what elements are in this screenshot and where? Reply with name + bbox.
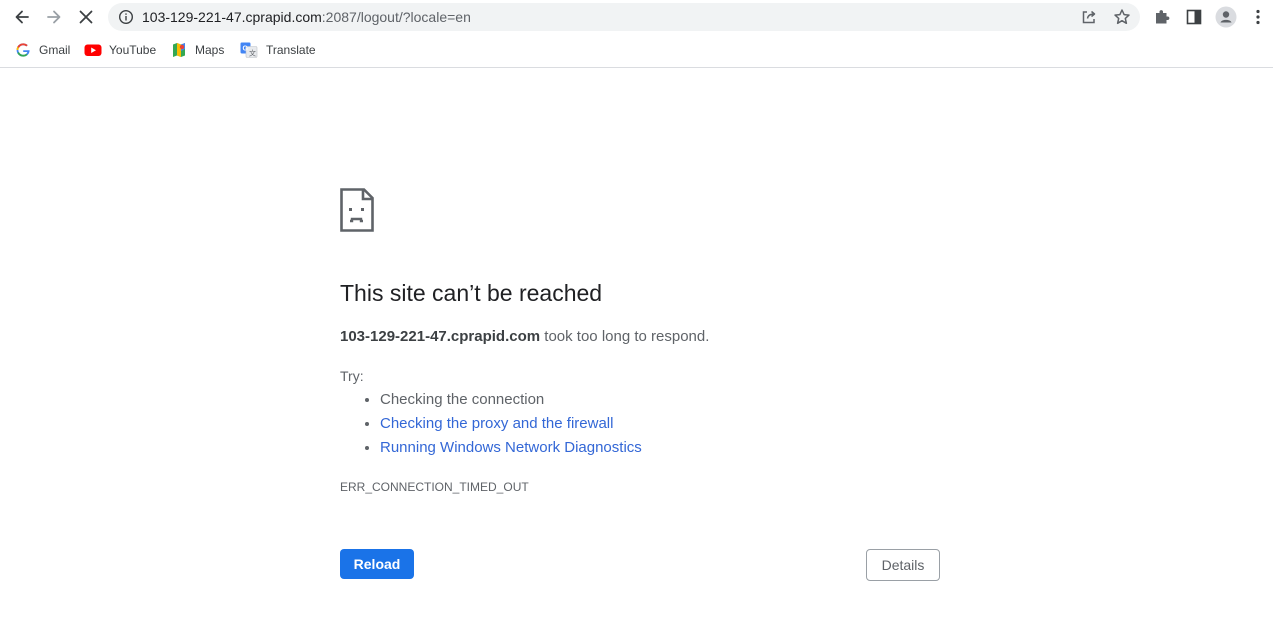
youtube-icon <box>84 44 102 56</box>
translate-icon: G 文 <box>240 42 258 58</box>
back-button[interactable] <box>9 4 35 30</box>
list-item: Running Windows Network Diagnostics <box>380 438 642 462</box>
list-item: Checking the proxy and the firewall <box>380 414 642 438</box>
url-host: 103-129-221-47.cprapid.com <box>142 9 322 25</box>
try-label: Try: <box>340 368 364 384</box>
bookmark-label: Translate <box>266 43 316 57</box>
svg-text:文: 文 <box>249 49 256 58</box>
bookmark-label: Gmail <box>39 43 71 57</box>
google-icon <box>16 43 30 57</box>
forward-button[interactable] <box>41 4 67 30</box>
suggestion-network-diagnostics-link[interactable]: Running Windows Network Diagnostics <box>380 439 642 456</box>
bookmark-maps[interactable]: Maps <box>171 41 224 59</box>
url-text[interactable]: 103-129-221-47.cprapid.com:2087/logout/?… <box>142 9 471 25</box>
maps-icon <box>173 43 185 57</box>
sad-page-icon <box>340 188 374 232</box>
error-title: This site can’t be reached <box>340 280 603 306</box>
svg-text:G: G <box>243 46 249 53</box>
address-bar[interactable]: 103-129-221-47.cprapid.com:2087/logout/?… <box>108 3 1140 31</box>
extensions-puzzle-icon[interactable] <box>1152 7 1172 27</box>
suggestions-list: Checking the connection Checking the pro… <box>340 390 642 462</box>
back-arrow-icon <box>15 10 29 24</box>
error-summary-text: took too long to respond. <box>540 328 710 345</box>
suggestion-check-connection: Checking the connection <box>380 391 545 408</box>
error-host: 103-129-221-47.cprapid.com <box>340 328 541 345</box>
bookmark-gmail[interactable]: Gmail <box>15 41 70 59</box>
error-summary: 103-129-221-47.cprapid.com took too long… <box>340 328 709 345</box>
bookmarks-bar: Gmail YouTube Maps G 文 Translate <box>0 34 1273 68</box>
bookmark-star-icon[interactable] <box>1113 8 1131 26</box>
bookmark-label: Maps <box>195 43 225 57</box>
reload-button[interactable]: Reload <box>340 549 414 579</box>
url-path: :2087/logout/?locale=en <box>321 9 471 25</box>
browser-toolbar: 103-129-221-47.cprapid.com:2087/logout/?… <box>0 0 1273 34</box>
forward-arrow-icon <box>47 10 61 24</box>
details-button[interactable]: Details <box>866 549 940 581</box>
stop-loading-icon <box>79 10 93 24</box>
list-item: Checking the connection <box>380 390 642 414</box>
bookmark-translate[interactable]: G 文 Translate <box>240 41 316 59</box>
profile-avatar-icon[interactable] <box>1215 6 1237 28</box>
error-code: ERR_CONNECTION_TIMED_OUT <box>340 480 529 494</box>
stop-button[interactable] <box>73 4 99 30</box>
bookmark-youtube[interactable]: YouTube <box>84 41 156 59</box>
site-info-icon[interactable] <box>118 9 134 25</box>
bookmark-label: YouTube <box>109 43 157 57</box>
suggestion-check-proxy-link[interactable]: Checking the proxy and the firewall <box>380 415 613 432</box>
side-panel-icon[interactable] <box>1184 7 1204 27</box>
kebab-menu-icon[interactable] <box>1248 7 1268 27</box>
share-icon[interactable] <box>1080 8 1098 26</box>
